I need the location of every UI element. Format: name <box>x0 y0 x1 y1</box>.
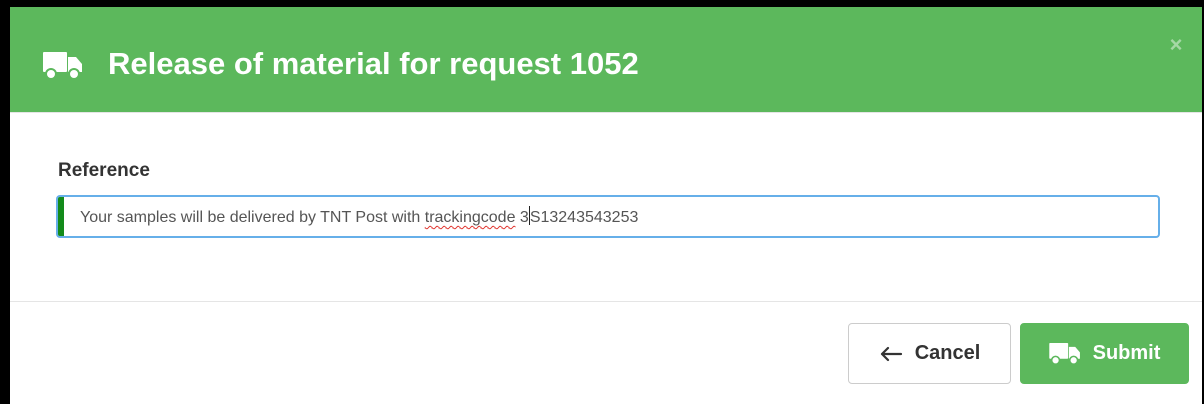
cancel-button-label: Cancel <box>914 342 981 364</box>
input-accent-bar <box>58 197 64 236</box>
submit-button[interactable]: Submit <box>1020 323 1189 384</box>
header-divider <box>10 112 1202 113</box>
reference-input-value[interactable]: Your samples will be delivered by TNT Po… <box>80 206 638 227</box>
truck-icon <box>43 52 82 80</box>
close-icon[interactable]: × <box>1166 34 1186 56</box>
reference-text-part: S13243543253 <box>529 209 639 226</box>
truck-icon <box>1048 342 1081 365</box>
reference-text-part: 3 <box>515 209 529 226</box>
release-material-modal: Release of material for request 1052 × R… <box>10 7 1202 404</box>
footer-divider <box>10 301 1202 302</box>
reference-input[interactable]: Your samples will be delivered by TNT Po… <box>56 195 1160 238</box>
misspelled-word: trackingcode <box>424 209 516 226</box>
arrow-left-icon <box>879 346 903 362</box>
reference-label: Reference <box>58 160 150 181</box>
modal-title: Release of material for request 1052 <box>108 46 639 81</box>
modal-header: Release of material for request 1052 × <box>10 7 1202 112</box>
cancel-button[interactable]: Cancel <box>848 323 1011 384</box>
reference-text-part: Your samples will be delivered by TNT Po… <box>80 209 425 226</box>
submit-button-label: Submit <box>1092 342 1161 364</box>
